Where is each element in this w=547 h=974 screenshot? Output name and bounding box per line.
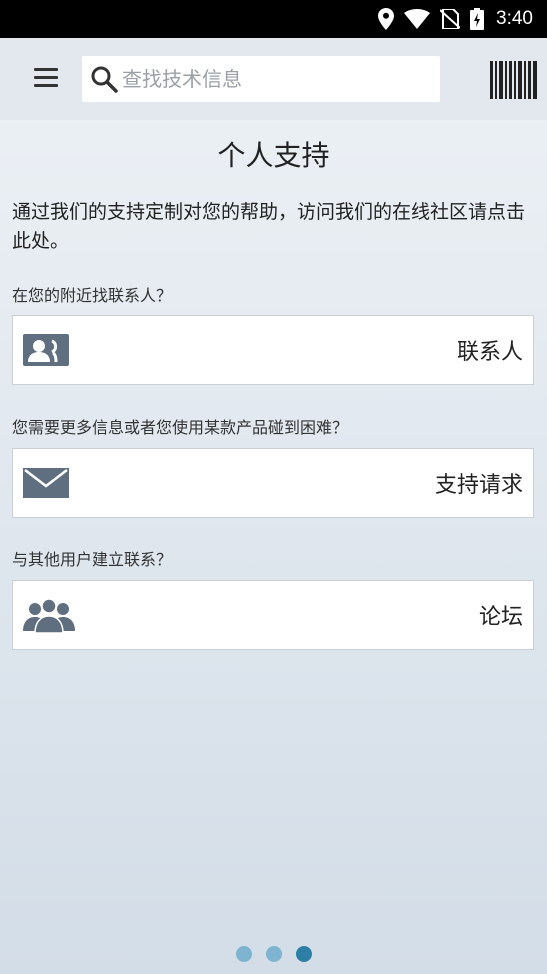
page-dot-2[interactable] (265, 946, 282, 962)
page-dot-1[interactable] (235, 946, 252, 962)
support-request-card-label: 支持请求 (434, 473, 523, 498)
menu-button[interactable] (34, 68, 58, 90)
no-sim-icon (440, 9, 461, 29)
page-title: 个人支持 (217, 139, 330, 172)
battery-charging-icon (470, 8, 485, 30)
location-icon (378, 8, 395, 30)
community-link[interactable]: 通过我们的支持定制对您的帮助，访问我们的在线社区请点击此处。 (12, 198, 534, 256)
forum-card[interactable]: 论坛 (12, 580, 534, 650)
page-dot-3[interactable] (295, 946, 312, 962)
contacts-card[interactable]: 联系人 (12, 315, 534, 385)
support-request-card[interactable]: 支持请求 (12, 448, 534, 518)
status-bar: 3:40 (0, 0, 547, 38)
mail-icon (23, 468, 69, 498)
contacts-section-label: 在您的附近找联系人？ (12, 286, 173, 305)
forum-section-label: 与其他用户建立联系？ (12, 550, 173, 569)
support-section-label: 您需要更多信息或者您使用某款产品碰到困难？ (12, 418, 349, 437)
search-box[interactable] (82, 56, 440, 102)
page-indicator (0, 946, 547, 962)
forum-card-label: 论坛 (478, 605, 523, 630)
wifi-icon (404, 9, 431, 29)
contacts-icon (23, 334, 69, 366)
search-input[interactable] (122, 67, 432, 91)
status-time: 3:40 (496, 8, 533, 29)
barcode-scan-icon[interactable] (490, 61, 537, 99)
search-icon (91, 66, 118, 93)
forum-users-icon (23, 598, 75, 633)
contacts-card-label: 联系人 (456, 340, 523, 365)
toolbar (0, 38, 547, 120)
